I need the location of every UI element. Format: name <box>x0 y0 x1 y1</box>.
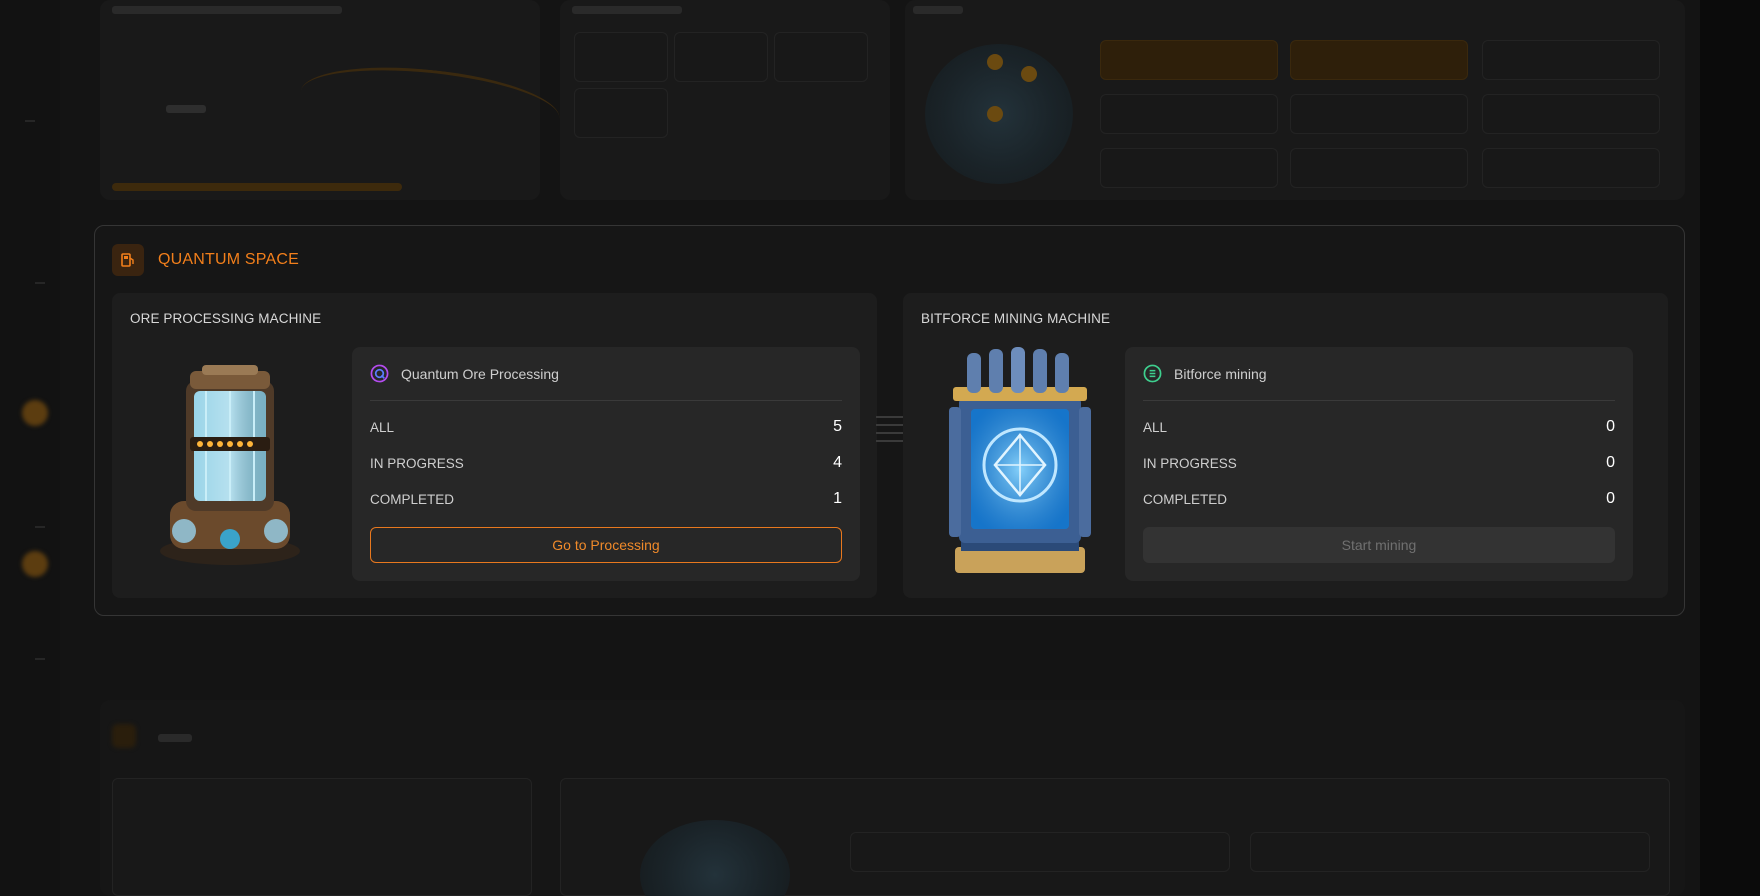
stat-value: 5 <box>833 418 842 435</box>
stat-value: 0 <box>1606 490 1615 507</box>
stat-row-in-progress: IN PROGRESS 4 <box>370 454 842 471</box>
card-connector <box>876 416 904 448</box>
bitforce-coin-icon <box>1143 364 1162 383</box>
sidebar-mark <box>35 282 45 284</box>
bg-grid-panel <box>560 0 890 200</box>
bitforce-stats-box: Bitforce mining ALL 0 IN PROGRESS 0 COMP… <box>1125 347 1633 581</box>
stat-row-all: ALL 5 <box>370 418 842 435</box>
sidebar-active-icon <box>22 400 48 426</box>
sidebar-mark <box>35 658 45 660</box>
fuel-station-icon <box>112 244 144 276</box>
stat-row-in-progress: IN PROGRESS 0 <box>1143 454 1615 471</box>
divider <box>370 400 842 401</box>
stat-value: 4 <box>833 454 842 471</box>
sidebar-mark <box>25 120 35 122</box>
quantum-space-panel: QUANTUM SPACE ORE PROCESSING MACHINE Qua… <box>94 225 1685 616</box>
stat-value: 0 <box>1606 454 1615 471</box>
sidebar-mark <box>35 526 45 528</box>
sidebar-active-icon <box>22 551 48 577</box>
stat-value: 0 <box>1606 418 1615 435</box>
start-mining-button[interactable]: Start mining <box>1143 527 1615 563</box>
bitforce-process-name: Bitforce mining <box>1174 365 1267 382</box>
stat-row-completed: COMPLETED 1 <box>370 490 842 507</box>
bg-progress <box>112 183 402 191</box>
stat-row-completed: COMPLETED 0 <box>1143 490 1615 507</box>
scroll-gutter <box>1700 0 1760 896</box>
stat-row-all: ALL 0 <box>1143 418 1615 435</box>
bg-stats-panel <box>100 0 563 200</box>
quantum-space-title: QUANTUM SPACE <box>158 251 299 268</box>
ore-machine-title: ORE PROCESSING MACHINE <box>130 311 322 326</box>
bitforce-machine-title: BITFORCE MINING MACHINE <box>921 311 1111 326</box>
bg-bottom-panel <box>100 700 1685 896</box>
quantum-space-header: QUANTUM SPACE <box>112 244 299 276</box>
quantum-q-icon <box>370 364 389 383</box>
ore-stats-box: Quantum Ore Processing ALL 5 IN PROGRESS… <box>352 347 860 581</box>
go-to-processing-button[interactable]: Go to Processing <box>370 527 842 563</box>
divider <box>1143 400 1615 401</box>
ore-processing-machine-image <box>150 361 310 576</box>
bitforce-mining-card: BITFORCE MINING MACHINE Bitforce mining … <box>903 293 1668 598</box>
ore-processing-card: ORE PROCESSING MACHINE Quantum Ore Proce… <box>112 293 877 598</box>
sidebar <box>0 0 60 896</box>
ore-process-name: Quantum Ore Processing <box>401 365 559 382</box>
stat-value: 1 <box>833 490 842 507</box>
bitforce-mining-machine-image <box>945 347 1095 588</box>
bg-map-panel <box>905 0 1685 200</box>
